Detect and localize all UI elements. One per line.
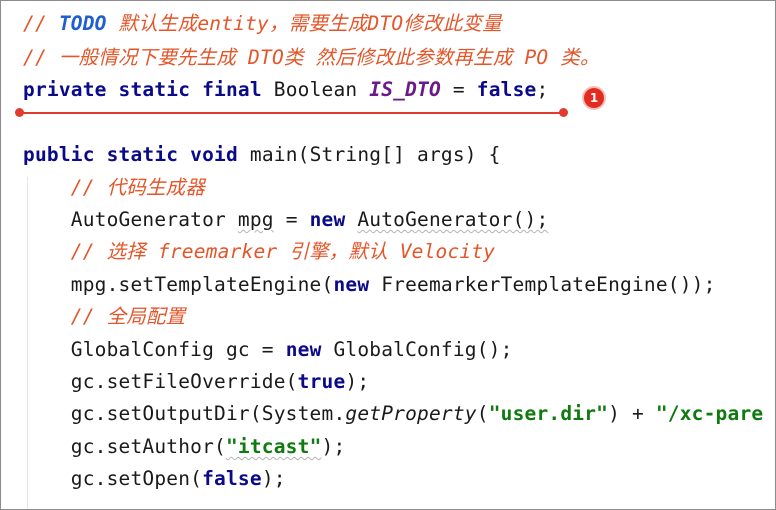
code-token: ( <box>476 402 489 425</box>
code-token: // 全局配置 <box>70 305 186 328</box>
code-token: public static void <box>23 143 250 166</box>
code-line[interactable]: // 代码生成器 <box>23 172 205 204</box>
code-line[interactable]: // TODO 默认生成entity，需要生成DTO修改此变量 <box>23 8 502 40</box>
code-line[interactable]: AutoGenerator mpg = new AutoGenerator(); <box>23 204 548 236</box>
annotation-badge: 1 <box>584 88 604 108</box>
code-token: true <box>297 370 346 393</box>
code-token: main(String[] args) { <box>249 143 501 166</box>
code-token: IS_DTO <box>369 78 441 101</box>
code-token: = <box>273 208 310 231</box>
code-token: gc.setOpen( <box>23 467 203 490</box>
code-token: ); <box>345 370 370 393</box>
code-line[interactable]: private static final Boolean IS_DTO = fa… <box>23 74 548 106</box>
highlight-underline <box>19 112 567 114</box>
code-token: gc.setAuthor( <box>23 435 226 458</box>
code-token: ; <box>536 78 549 101</box>
underline-start-dot <box>15 108 24 117</box>
code-token: GlobalConfig gc = <box>23 338 286 361</box>
code-token: Boolean <box>273 78 370 101</box>
underline-end-dot <box>559 108 568 117</box>
code-line[interactable]: // 一般情况下要先生成 DTO类 然后修改此参数再生成 PO 类。 <box>23 42 600 74</box>
code-token: FreemarkerTemplateEngine()); <box>381 273 716 296</box>
code-token: false <box>202 467 262 490</box>
code-line[interactable]: gc.setOutputDir(System.getProperty("user… <box>23 398 763 430</box>
code-token: new <box>309 208 358 231</box>
code-token: ); <box>321 435 346 458</box>
code-token: = <box>440 78 477 101</box>
code-token: "itcast" <box>225 435 322 458</box>
code-token: // 一般情况下要先生成 DTO类 然后修改此参数再生成 PO 类。 <box>23 46 600 69</box>
code-token: "/xc-pare <box>655 402 764 425</box>
code-token: ); <box>261 467 286 490</box>
code-token: AutoGenerator(); <box>357 208 549 231</box>
code-token: new <box>333 273 382 296</box>
code-token: "user.dir" <box>488 402 609 425</box>
code-token: getProperty <box>345 402 477 425</box>
code-token: ) + <box>608 402 656 425</box>
code-token: gc.setFileOverride( <box>23 370 298 393</box>
code-line[interactable]: mpg.setTemplateEngine(new FreemarkerTemp… <box>23 269 716 301</box>
code-line[interactable]: gc.setOpen(false); <box>23 463 286 495</box>
code-token: mpg.setTemplateEngine( <box>23 273 334 296</box>
code-token: false <box>476 78 537 101</box>
code-line[interactable]: // 全局配置 <box>23 301 185 333</box>
code-token: 默认生成entity，需要生成DTO修改此变量 <box>106 12 502 35</box>
code-line[interactable]: gc.setAuthor("itcast"); <box>23 431 345 463</box>
code-token: AutoGenerator <box>23 208 238 231</box>
code-token: mpg <box>237 208 274 231</box>
code-token: // 选择 freemarker 引擎，默认 Velocity <box>70 240 496 263</box>
code-line[interactable]: // 选择 freemarker 引擎，默认 Velocity <box>23 236 495 268</box>
code-line[interactable]: GlobalConfig gc = new GlobalConfig(); <box>23 334 513 366</box>
code-editor[interactable]: // TODO 默认生成entity，需要生成DTO修改此变量 // 一般情况下要… <box>0 0 776 510</box>
code-line[interactable]: gc.setFileOverride(true); <box>23 366 369 398</box>
code-token: private static final <box>23 78 274 101</box>
code-token: new <box>285 338 334 361</box>
code-token: // <box>23 12 59 35</box>
code-line[interactable]: public static void main(String[] args) { <box>23 139 501 171</box>
code-token: // 代码生成器 <box>70 176 206 199</box>
code-token: TODO <box>58 12 107 35</box>
code-token: GlobalConfig(); <box>333 338 513 361</box>
code-token: gc.setOutputDir(System. <box>23 402 346 425</box>
